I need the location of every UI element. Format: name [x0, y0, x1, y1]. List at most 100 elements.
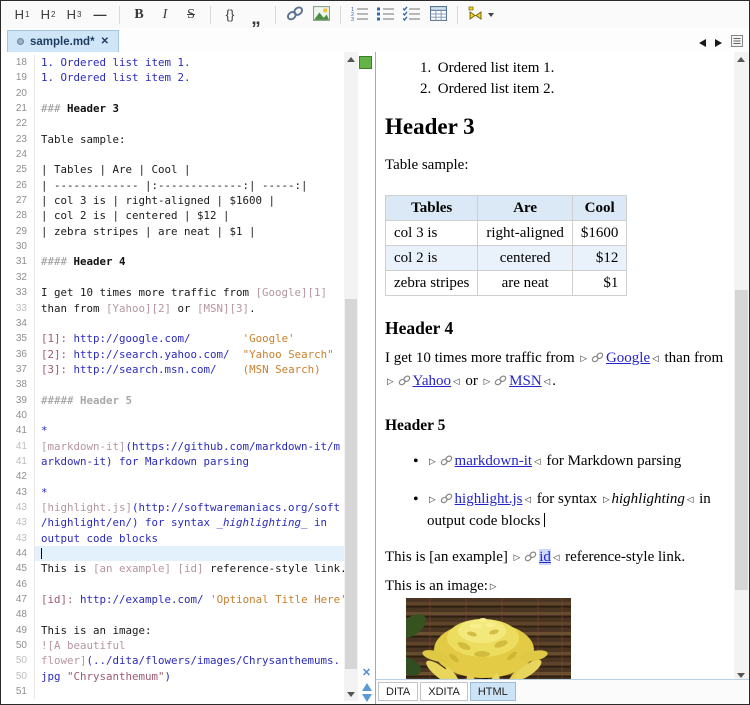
- scroll-up-icon[interactable]: [344, 52, 358, 66]
- line-number: 33: [1, 301, 35, 316]
- editor-row[interactable]: 49This is an image:: [1, 623, 344, 638]
- toolbar-separator: [119, 6, 120, 24]
- editor-row[interactable]: 39##### Header 5: [1, 393, 344, 408]
- editor-vertical-scrollbar[interactable]: [344, 52, 358, 701]
- preview-scrollbar-thumb[interactable]: [735, 290, 748, 590]
- editor-row[interactable]: 29| zebra stripes | are neat | $1 |: [1, 224, 344, 239]
- editor-text-area[interactable]: 181. Ordered list item 1.191. Ordered li…: [1, 55, 344, 704]
- preview-link[interactable]: highlight.js: [455, 491, 523, 507]
- editor-row[interactable]: 40: [1, 408, 344, 423]
- editor-scrollbar-thumb[interactable]: [345, 299, 357, 669]
- scroll-tabs-right-icon[interactable]: [715, 39, 722, 47]
- editor-row[interactable]: 26| ------------- |:-------------:| ----…: [1, 178, 344, 193]
- editor-row[interactable]: 45This is [an example] [id] reference-st…: [1, 561, 344, 576]
- editor-row[interactable]: 35[1]: http://google.com/ 'Google': [1, 331, 344, 346]
- editor-row[interactable]: 50![A beautiful: [1, 638, 344, 653]
- bold-button[interactable]: B: [126, 4, 152, 26]
- editor-row[interactable]: 42: [1, 469, 344, 484]
- preview-link[interactable]: MSN: [509, 373, 542, 389]
- editor-row[interactable]: 181. Ordered list item 1.: [1, 55, 344, 70]
- tab-html[interactable]: HTML: [470, 682, 516, 701]
- insert-link-button[interactable]: [282, 4, 308, 26]
- preview-link[interactable]: markdown-it: [455, 453, 532, 469]
- editor-row[interactable]: 46: [1, 577, 344, 592]
- strikethrough-button[interactable]: S: [178, 4, 204, 26]
- editor-row[interactable]: 34: [1, 316, 344, 331]
- horizontal-rule-button[interactable]: —: [87, 4, 113, 26]
- link-chain-icon: [440, 493, 453, 504]
- toolbar-separator: [340, 6, 341, 24]
- dropdown-arrow-icon: [488, 13, 494, 17]
- line-number: 18: [1, 55, 35, 70]
- preview-link[interactable]: Google: [606, 350, 650, 366]
- editor-row[interactable]: 43[highlight.js](http://softwaremaniacs.…: [1, 500, 344, 515]
- unordered-list-button[interactable]: [373, 4, 399, 26]
- editor-row[interactable]: 27| col 3 is | right-aligned | $1600 |: [1, 193, 344, 208]
- editor-row[interactable]: 24: [1, 147, 344, 162]
- editor-row[interactable]: 30: [1, 239, 344, 254]
- editor-row[interactable]: 43output code blocks: [1, 531, 344, 546]
- sync-scroll-up-icon[interactable]: [362, 683, 372, 691]
- editor-row[interactable]: 50jpg "Chrysanthemum"): [1, 669, 344, 684]
- editor-row[interactable]: 20: [1, 86, 344, 101]
- editor-row[interactable]: 25| Tables | Are | Cool |: [1, 162, 344, 177]
- splitter-controls: ✕: [359, 667, 374, 702]
- sync-scroll-down-icon[interactable]: [362, 694, 372, 702]
- flower-photo: [406, 598, 571, 682]
- editor-row[interactable]: 41arkdown-it) for Markdown parsing: [1, 454, 344, 469]
- editor-row[interactable]: 31#### Header 4: [1, 254, 344, 269]
- editor-row[interactable]: 191. Ordered list item 2.: [1, 70, 344, 85]
- editor-row[interactable]: 22: [1, 116, 344, 131]
- task-list-button[interactable]: [399, 4, 425, 26]
- scroll-tabs-left-icon[interactable]: [699, 39, 706, 47]
- close-preview-icon[interactable]: ✕: [359, 667, 374, 680]
- document-tab[interactable]: sample.md* ✕: [7, 30, 119, 52]
- italic-button[interactable]: I: [152, 4, 178, 26]
- editor-row[interactable]: 41*: [1, 423, 344, 438]
- source-editor[interactable]: 181. Ordered list item 1.191. Ordered li…: [1, 52, 375, 704]
- preview-link[interactable]: id: [539, 549, 551, 565]
- tab-dita[interactable]: DITA: [378, 682, 418, 701]
- ordered-list-button[interactable]: 123: [347, 4, 373, 26]
- editor-row[interactable]: 51: [1, 684, 344, 699]
- editor-row[interactable]: 50flower](../dita/flowers/images/Chrysan…: [1, 653, 344, 668]
- editor-row[interactable]: 23Table sample:: [1, 132, 344, 147]
- tag-start-marker-icon: ▷: [387, 377, 394, 387]
- preview-vertical-scrollbar[interactable]: [734, 52, 749, 682]
- link-chain-icon: [524, 551, 537, 562]
- line-number: 51: [1, 684, 35, 699]
- tab-xdita[interactable]: XDITA: [420, 682, 468, 701]
- close-tab-icon[interactable]: ✕: [101, 36, 109, 47]
- editor-row[interactable]: 36[2]: http://search.yahoo.com/ "Yahoo S…: [1, 347, 344, 362]
- heading1-button[interactable]: H1: [9, 4, 35, 26]
- editor-row[interactable]: 48: [1, 607, 344, 622]
- line-number: 43: [1, 531, 35, 546]
- insert-table-button[interactable]: [425, 4, 451, 26]
- preview-link[interactable]: Yahoo: [413, 373, 452, 389]
- editor-row[interactable]: 28| col 2 is | centered | $12 |: [1, 208, 344, 223]
- tab-list-icon[interactable]: [731, 34, 743, 52]
- table-cell: col 2 is: [386, 246, 478, 271]
- editor-row[interactable]: 21### Header 3: [1, 101, 344, 116]
- line-number: 48: [1, 607, 35, 622]
- editor-row[interactable]: 33I get 10 times more traffic from [Goog…: [1, 285, 344, 300]
- heading3-button[interactable]: H3: [61, 4, 87, 26]
- editor-row[interactable]: 43/highlight/en/) for syntax _highlighti…: [1, 515, 344, 530]
- editor-row[interactable]: 47[id]: http://example.com/ 'Optional Ti…: [1, 592, 344, 607]
- image-icon: [313, 6, 330, 24]
- scroll-up-icon[interactable]: [734, 52, 748, 66]
- editor-row[interactable]: 44: [1, 546, 344, 561]
- editor-row[interactable]: 43*: [1, 485, 344, 500]
- editor-row[interactable]: 32: [1, 270, 344, 285]
- editor-row[interactable]: 38: [1, 377, 344, 392]
- editor-row[interactable]: 41[markdown-it](https://github.com/markd…: [1, 439, 344, 454]
- scroll-down-icon[interactable]: [344, 687, 358, 701]
- toggle-tag-markers-button[interactable]: [464, 4, 497, 26]
- editor-row[interactable]: 37[3]: http://search.msn.com/ (MSN Searc…: [1, 362, 344, 377]
- insert-image-button[interactable]: [308, 4, 334, 26]
- code-button[interactable]: {}: [217, 4, 243, 26]
- heading2-button[interactable]: H2: [35, 4, 61, 26]
- tag-start-marker-icon: ▷: [514, 553, 521, 563]
- editor-row[interactable]: 33than from [Yahoo][2] or [MSN][3].: [1, 301, 344, 316]
- blockquote-button[interactable]: „: [243, 4, 269, 26]
